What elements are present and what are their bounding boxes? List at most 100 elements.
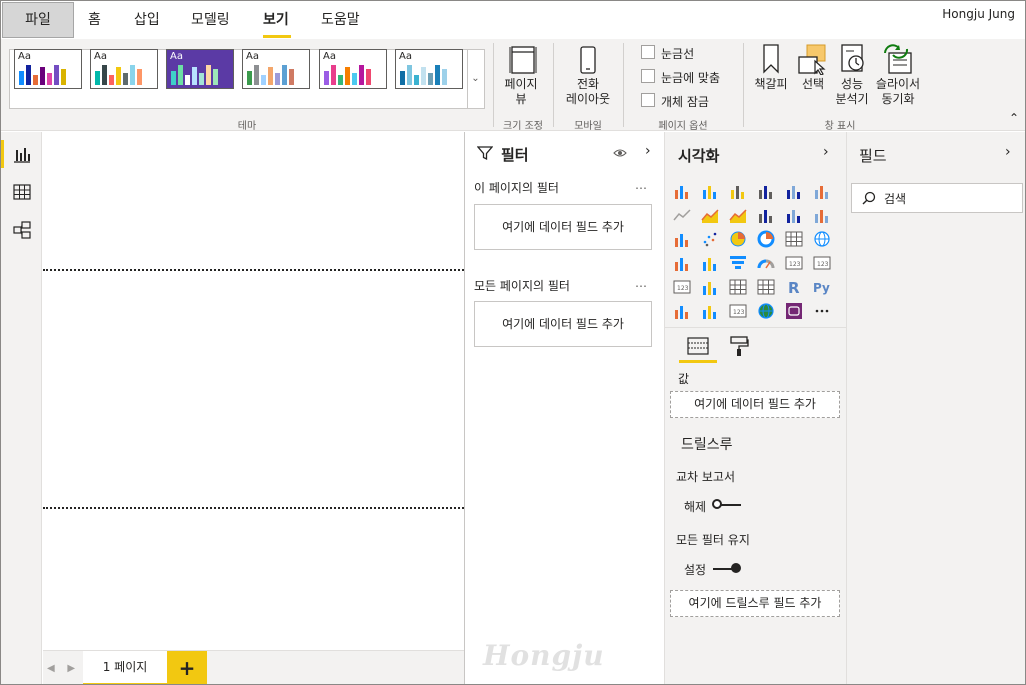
stacked-area-chart-icon[interactable]	[729, 206, 747, 224]
line-clustered-column-chart-icon[interactable]	[785, 206, 803, 224]
stacked-column-chart-icon[interactable]	[701, 182, 719, 200]
drillthrough-title: 드릴스루	[681, 437, 733, 453]
filled-map-icon[interactable]	[673, 254, 691, 272]
sync-slicers-icon[interactable]	[881, 43, 915, 75]
file-menu-button[interactable]: 파일	[2, 2, 74, 38]
fields-well-icon[interactable]	[687, 336, 709, 356]
theme-thumbnail[interactable]: Aa	[319, 49, 387, 89]
cross-report-state: 해제	[684, 500, 707, 514]
sync-slicers-button[interactable]: 슬라이서 동기화	[869, 77, 927, 107]
matrix-icon[interactable]	[757, 278, 775, 296]
r-visual-icon[interactable]: R	[785, 278, 803, 296]
fields-pane-title: 필드	[859, 147, 887, 165]
page-scroll-arrows[interactable]: ◀ ▶	[47, 651, 75, 684]
100-stacked-column-chart-icon[interactable]	[813, 182, 831, 200]
lock-objects-checkbox[interactable]	[641, 93, 655, 107]
page-filters-drop-zone[interactable]: 여기에 데이터 필드 추가	[474, 204, 652, 250]
map-icon[interactable]	[813, 230, 831, 248]
key-influencers-icon[interactable]	[673, 302, 691, 320]
active-tab-indicator	[263, 35, 291, 38]
more-visuals-icon[interactable]	[813, 302, 831, 320]
treemap-icon[interactable]	[785, 230, 803, 248]
collapse-viz-pane-icon[interactable]: ›	[823, 144, 829, 160]
theme-color-swatch	[33, 75, 38, 85]
theme-thumbnail[interactable]: Aa	[166, 49, 234, 89]
eye-icon[interactable]	[613, 147, 627, 159]
100-stacked-bar-chart-icon[interactable]	[785, 182, 803, 200]
fields-search-box[interactable]: 검색	[851, 183, 1023, 213]
show-panes-group-label: 창 표시	[824, 121, 856, 132]
scatter-chart-icon[interactable]	[701, 230, 719, 248]
qa-icon[interactable]: 123	[729, 302, 747, 320]
all-pages-filters-drop-zone[interactable]: 여기에 데이터 필드 추가	[474, 301, 652, 347]
page-filters-more-icon[interactable]: …	[635, 178, 648, 192]
tab-modeling[interactable]: 모델링	[191, 1, 230, 39]
theme-thumbnail[interactable]: Aa	[395, 49, 463, 89]
tab-insert[interactable]: 삽입	[134, 1, 160, 39]
report-canvas[interactable]	[43, 132, 464, 650]
performance-analyzer-icon[interactable]	[839, 43, 867, 75]
clustered-column-chart-icon[interactable]	[757, 182, 775, 200]
donut-chart-icon[interactable]	[757, 230, 775, 248]
collapse-fields-pane-icon[interactable]: ›	[1005, 144, 1011, 160]
line-column-chart-icon[interactable]	[757, 206, 775, 224]
tab-view[interactable]: 보기	[263, 1, 289, 39]
selection-icon[interactable]	[797, 43, 829, 75]
area-chart-icon[interactable]	[701, 206, 719, 224]
table-icon[interactable]	[729, 278, 747, 296]
bookmark-icon[interactable]	[761, 43, 781, 75]
page-view-icon[interactable]	[509, 45, 537, 75]
values-drop-zone[interactable]: 여기에 데이터 필드 추가	[670, 391, 840, 418]
tab-help[interactable]: 도움말	[321, 1, 360, 39]
theme-gallery-expand-icon[interactable]: ⌄	[467, 49, 483, 109]
report-view-icon[interactable]	[12, 144, 32, 164]
stacked-bar-chart-icon[interactable]	[673, 182, 691, 200]
keep-filters-toggle[interactable]	[731, 563, 741, 573]
line-chart-icon[interactable]	[673, 206, 691, 224]
collapse-filter-pane-icon[interactable]: ›	[645, 143, 651, 159]
mobile-layout-button[interactable]: 전화 레이아웃	[557, 77, 619, 107]
theme-thumbnail[interactable]: Aa	[242, 49, 310, 89]
paint-roller-icon[interactable]	[729, 335, 749, 357]
tab-home[interactable]: 홈	[88, 1, 101, 39]
shape-map-icon[interactable]	[701, 254, 719, 272]
python-visual-icon[interactable]: Py	[813, 278, 831, 296]
theme-thumbnail[interactable]: Aa	[90, 49, 158, 89]
cross-report-toggle[interactable]	[712, 499, 722, 509]
bookmark-button[interactable]: 책갈피	[751, 77, 791, 92]
all-pages-filters-more-icon[interactable]: …	[635, 276, 648, 290]
waterfall-chart-icon[interactable]	[673, 230, 691, 248]
theme-color-swatch	[338, 75, 343, 85]
model-view-icon[interactable]	[12, 220, 32, 240]
fields-pane: 필드 › 검색	[846, 132, 1025, 684]
add-page-button[interactable]: +	[167, 651, 207, 684]
keep-filters-label: 모든 필터 유지	[676, 533, 750, 547]
clustered-bar-chart-icon[interactable]	[729, 182, 747, 200]
power-apps-icon[interactable]	[785, 302, 803, 320]
page-options-group-label: 페이지 옵션	[658, 121, 708, 132]
slicer-icon[interactable]	[701, 278, 719, 296]
svg-text:123: 123	[677, 285, 689, 292]
phone-icon[interactable]	[578, 45, 598, 75]
funnel-icon[interactable]	[729, 254, 747, 272]
decomposition-tree-icon[interactable]	[701, 302, 719, 320]
theme-color-swatch	[324, 71, 329, 85]
ribbon-separator	[493, 43, 494, 127]
card-icon[interactable]: 123	[785, 254, 803, 272]
data-view-icon[interactable]	[12, 182, 32, 202]
arcgis-map-icon[interactable]	[757, 302, 775, 320]
theme-thumbnail[interactable]: Aa	[14, 49, 82, 89]
selection-button[interactable]: 선택	[793, 77, 833, 92]
pie-chart-icon[interactable]	[729, 230, 747, 248]
gridlines-checkbox[interactable]	[641, 45, 655, 59]
drillthrough-drop-zone[interactable]: 여기에 드릴스루 필드 추가	[670, 590, 840, 617]
gauge-icon[interactable]	[757, 254, 775, 272]
ribbon-chart-icon[interactable]	[813, 206, 831, 224]
user-name[interactable]: Hongju Jung	[942, 7, 1015, 21]
collapse-ribbon-icon[interactable]: ⌃	[1009, 111, 1019, 125]
snap-to-grid-checkbox[interactable]	[641, 69, 655, 83]
multi-row-card-icon[interactable]: 123	[813, 254, 831, 272]
kpi-icon[interactable]: 123	[673, 278, 691, 296]
page-tab-1[interactable]: 1 페이지	[83, 651, 167, 684]
page-view-button[interactable]: 페이지 뷰	[497, 77, 545, 107]
